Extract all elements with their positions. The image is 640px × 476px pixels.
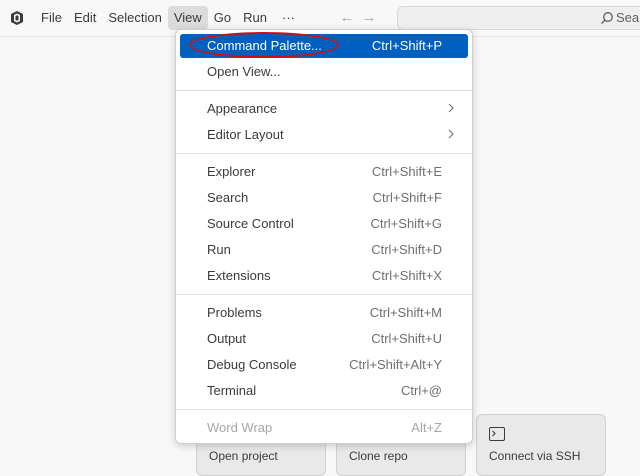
clone-repo-label: Clone repo bbox=[349, 449, 408, 463]
menu-item-label: Word Wrap bbox=[207, 420, 273, 435]
menu-separator bbox=[176, 153, 472, 154]
menu-item-run[interactable]: Run Ctrl+Shift+D bbox=[180, 238, 468, 262]
menu-separator bbox=[176, 409, 472, 410]
menu-item-word-wrap: Word Wrap Alt+Z bbox=[180, 416, 468, 440]
menu-item-shortcut: Ctrl+Shift+M bbox=[369, 305, 442, 320]
menu-item-label: Output bbox=[207, 331, 247, 346]
menu-item-appearance[interactable]: Appearance bbox=[180, 97, 468, 121]
menu-item-extensions[interactable]: Extensions Ctrl+Shift+X bbox=[180, 264, 468, 288]
menu-item-shortcut: Ctrl+@ bbox=[400, 383, 442, 398]
menu-item-label: Run bbox=[207, 242, 231, 257]
menu-item-editor-layout[interactable]: Editor Layout bbox=[180, 123, 468, 147]
menu-item-shortcut: Ctrl+Shift+F bbox=[372, 190, 442, 205]
menu-bar: File Edit Selection View Go Run ··· bbox=[35, 6, 304, 30]
open-project-label: Open project bbox=[209, 449, 278, 463]
menu-item-shortcut: Ctrl+Shift+G bbox=[370, 216, 442, 231]
chevron-right-icon bbox=[448, 129, 454, 139]
menu-item-debug-console[interactable]: Debug Console Ctrl+Shift+Alt+Y bbox=[180, 353, 468, 377]
view-menu-dropdown: Command Palette... Ctrl+Shift+P Open Vie… bbox=[175, 29, 473, 444]
menu-file[interactable]: File bbox=[35, 6, 68, 30]
menu-separator bbox=[176, 90, 472, 91]
menu-item-shortcut: Ctrl+Shift+U bbox=[371, 331, 442, 346]
menu-separator bbox=[176, 294, 472, 295]
menu-item-label: Command Palette... bbox=[207, 38, 322, 53]
search-icon bbox=[601, 12, 613, 24]
menu-item-shortcut: Ctrl+Shift+X bbox=[371, 268, 442, 283]
menu-item-shortcut: Ctrl+Shift+Alt+Y bbox=[349, 357, 442, 372]
menu-go[interactable]: Go bbox=[208, 6, 237, 30]
menu-item-shortcut: Alt+Z bbox=[411, 420, 442, 435]
menu-item-label: Search bbox=[207, 190, 249, 205]
menu-item-label: Explorer bbox=[207, 164, 256, 179]
menu-item-label: Editor Layout bbox=[207, 127, 284, 142]
menu-item-terminal[interactable]: Terminal Ctrl+@ bbox=[180, 379, 468, 403]
menu-item-label: Source Control bbox=[207, 216, 294, 231]
menu-view[interactable]: View bbox=[167, 6, 208, 30]
menu-item-label: Extensions bbox=[207, 268, 271, 283]
search-text: Sear bbox=[616, 10, 640, 25]
menu-selection[interactable]: Selection bbox=[102, 6, 167, 30]
menu-item-open-view[interactable]: Open View... bbox=[180, 60, 468, 84]
command-center-search[interactable]: Sear bbox=[397, 6, 640, 30]
menu-item-label: Debug Console bbox=[207, 357, 297, 372]
menu-item-shortcut: Ctrl+Shift+D bbox=[371, 242, 442, 257]
arrow-right-icon[interactable]: → bbox=[358, 8, 380, 28]
menu-item-command-palette[interactable]: Command Palette... Ctrl+Shift+P bbox=[180, 34, 468, 58]
app-logo-icon bbox=[11, 11, 23, 25]
menu-item-explorer[interactable]: Explorer Ctrl+Shift+E bbox=[180, 160, 468, 184]
menu-more[interactable]: ··· bbox=[273, 6, 304, 30]
navigation-arrows: ← → bbox=[336, 8, 380, 28]
menu-edit[interactable]: Edit bbox=[68, 6, 102, 30]
menu-item-label: Open View... bbox=[207, 64, 281, 79]
menu-item-shortcut: Ctrl+Shift+E bbox=[371, 164, 442, 179]
arrow-left-icon[interactable]: ← bbox=[336, 8, 358, 28]
menu-item-source-control[interactable]: Source Control Ctrl+Shift+G bbox=[180, 212, 468, 236]
terminal-icon bbox=[489, 427, 505, 441]
menu-item-search[interactable]: Search Ctrl+Shift+F bbox=[180, 186, 468, 210]
connect-ssh-tile[interactable]: Connect via SSH bbox=[476, 414, 606, 476]
menu-item-output[interactable]: Output Ctrl+Shift+U bbox=[180, 327, 468, 351]
connect-ssh-label: Connect via SSH bbox=[489, 449, 581, 463]
menu-item-label: Appearance bbox=[207, 101, 278, 116]
menu-item-label: Problems bbox=[207, 305, 262, 320]
menu-item-shortcut: Ctrl+Shift+P bbox=[371, 38, 442, 53]
menu-item-problems[interactable]: Problems Ctrl+Shift+M bbox=[180, 301, 468, 325]
menu-run[interactable]: Run bbox=[237, 6, 273, 30]
chevron-right-icon bbox=[448, 103, 454, 113]
menu-item-label: Terminal bbox=[207, 383, 257, 398]
